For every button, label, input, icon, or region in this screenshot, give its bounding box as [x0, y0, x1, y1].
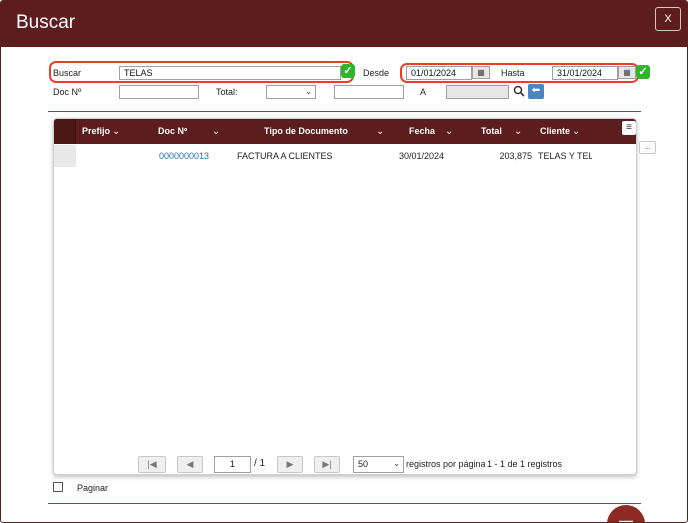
next-page-button[interactable]: ▶ [277, 456, 303, 473]
menu-icon[interactable]: ≡ [622, 121, 636, 135]
chevron-down-icon[interactable]: ⌄ [514, 119, 522, 144]
column-header-doc[interactable]: Doc Nº [158, 119, 187, 144]
per-page-label: registros por página [406, 459, 486, 469]
paginar-checkbox[interactable] [53, 482, 63, 492]
chevron-down-icon[interactable]: ⌄ [572, 119, 580, 144]
records-summary: 1 - 1 de 1 registros [487, 459, 563, 469]
buscar-input[interactable]: TELAS [119, 66, 341, 80]
last-page-button[interactable]: ▶| [314, 456, 340, 473]
first-page-button[interactable]: |◀ [138, 456, 166, 473]
fecha-cell: 30/01/2024 [399, 151, 445, 161]
doc-number-link[interactable]: 0000000013 [159, 145, 219, 167]
total-input[interactable] [334, 85, 404, 99]
desde-input[interactable]: 01/01/2024 [406, 66, 472, 80]
results-grid: Prefijo ⌄ Doc Nº ⌄ Tipo de Documento ⌄ F… [53, 118, 637, 475]
search-icon[interactable] [513, 85, 525, 97]
more-button[interactable]: ... [639, 141, 656, 154]
chevron-down-icon[interactable]: ⌄ [376, 119, 384, 144]
a-label: A [420, 87, 427, 97]
chat-button[interactable]: ▬ [607, 505, 645, 523]
check-icon: ✓ [341, 64, 355, 78]
chevron-down-icon: ⌄ [393, 459, 400, 468]
dialog-titlebar: Buscar X [1, 1, 687, 47]
cliente-cell: TELAS Y TELAS [538, 151, 592, 161]
total-cell: 203,875 [499, 151, 532, 161]
tipo-cell: FACTURA A CLIENTES [237, 151, 333, 161]
calendar-icon[interactable]: ▦ [618, 66, 636, 79]
divider [48, 503, 641, 504]
total-operator-select[interactable]: ⌄ [266, 85, 316, 99]
buscar-label: Buscar [53, 68, 82, 78]
column-header-fecha[interactable]: Fecha [409, 119, 435, 144]
doc-label: Doc Nº [53, 87, 82, 97]
chat-icon: ▬ [619, 512, 633, 523]
a-input[interactable] [446, 85, 509, 99]
column-header-total[interactable]: Total [481, 119, 502, 144]
grid-corner [54, 119, 76, 144]
chevron-down-icon[interactable]: ⌄ [445, 119, 453, 144]
chevron-down-icon[interactable]: ⌄ [112, 119, 120, 144]
hasta-label: Hasta [501, 68, 525, 78]
column-header-cliente[interactable]: Cliente [540, 119, 570, 144]
page-input[interactable]: 1 [214, 456, 251, 473]
grid-header: Prefijo ⌄ Doc Nº ⌄ Tipo de Documento ⌄ F… [54, 119, 636, 144]
chevron-down-icon[interactable]: ⌄ [212, 119, 220, 144]
dialog-title: Buscar [16, 12, 76, 33]
doc-input[interactable] [119, 85, 199, 99]
per-page-select[interactable]: 50 ⌄ [353, 456, 404, 473]
column-header-prefijo[interactable]: Prefijo [82, 119, 110, 144]
column-header-tipo[interactable]: Tipo de Documento [264, 119, 348, 144]
back-arrow-icon[interactable]: ⬅ [528, 84, 544, 99]
check-icon: ✓ [636, 65, 650, 79]
desde-label: Desde [363, 68, 390, 78]
row-selector[interactable] [54, 145, 76, 167]
calendar-icon[interactable]: ▦ [472, 66, 490, 79]
paginar-label: Paginar [77, 483, 109, 493]
chevron-down-icon: ⌄ [305, 87, 312, 96]
hasta-input[interactable]: 31/01/2024 [552, 66, 618, 80]
divider [48, 111, 641, 112]
prev-page-button[interactable]: ◀ [177, 456, 203, 473]
total-label: Total: [216, 87, 238, 97]
close-button[interactable]: X [655, 7, 681, 31]
search-dialog: Buscar X Buscar TELAS ✓ Desde 01/01/2024… [0, 0, 688, 523]
page-count: / 1 [254, 458, 266, 469]
